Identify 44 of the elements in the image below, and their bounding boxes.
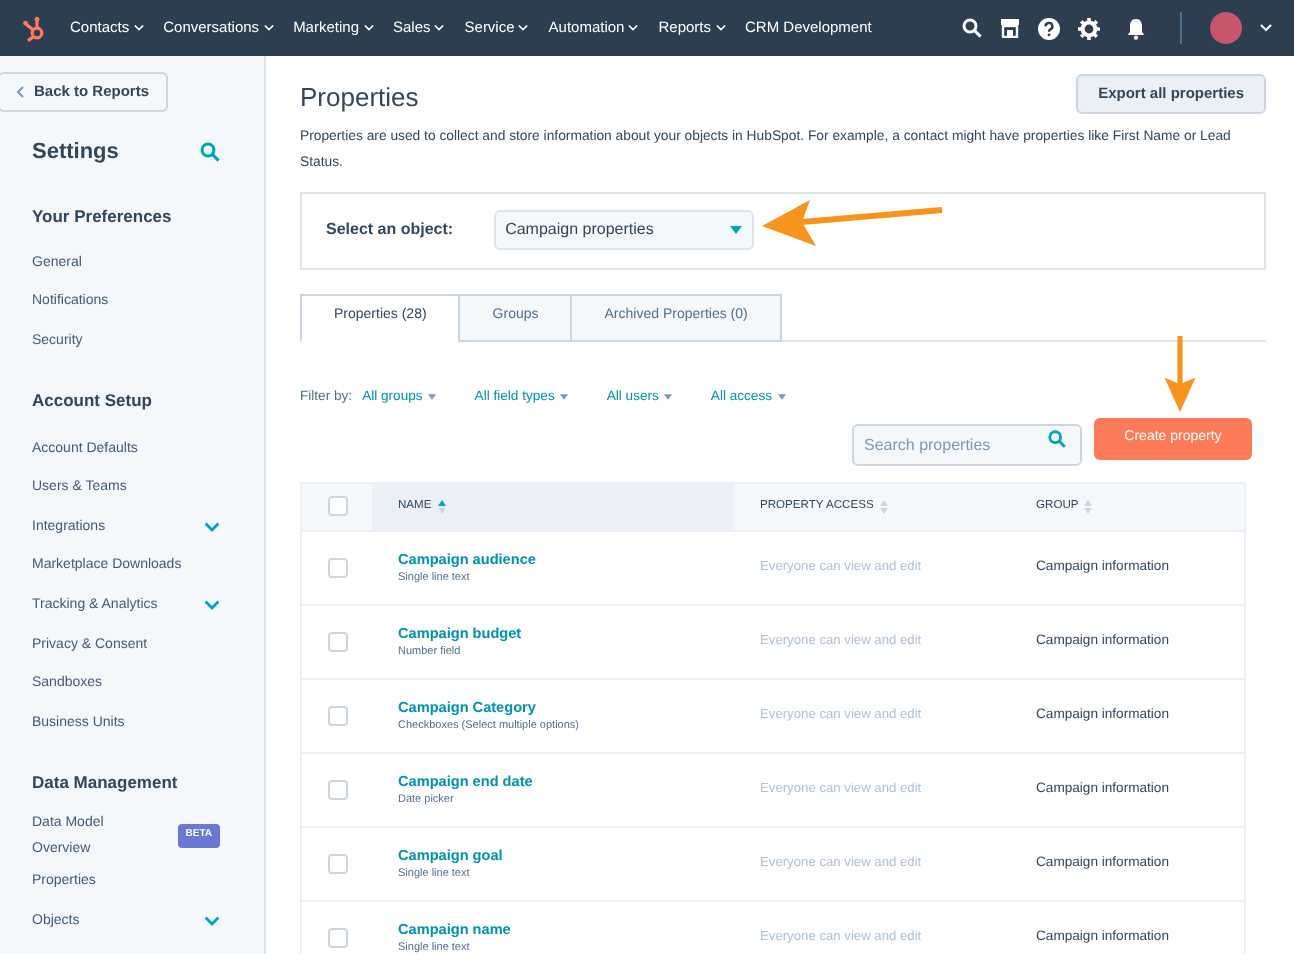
caret-icon [428,394,437,401]
chevron-down-icon[interactable] [204,599,220,610]
caret-icon [363,24,373,32]
avatar-icon[interactable] [1210,12,1242,44]
help-icon[interactable] [1038,17,1060,39]
chevron-down-icon[interactable] [204,521,220,532]
checkbox[interactable] [328,705,348,726]
checkbox[interactable] [328,557,348,578]
search-icon[interactable] [962,18,982,38]
search-icon [1048,429,1066,448]
annotation-arrow [1164,336,1196,412]
marketplace-icon[interactable] [1000,18,1020,38]
caret-icon [133,24,144,32]
section-heading: Your Preferences [32,203,174,229]
checkbox[interactable] [328,779,348,800]
sort-icon [437,499,446,514]
caret-icon [715,24,725,32]
caret-icon [560,394,569,401]
checkbox[interactable] [328,631,348,652]
search-field[interactable]: Search properties [852,423,1082,466]
checkbox[interactable] [328,927,348,948]
caret-icon [518,24,529,32]
section-heading: Data Management [32,770,180,797]
checkbox[interactable] [328,853,348,874]
sort-icon [1084,499,1093,514]
select-object-label: Select an object: [326,218,454,242]
chevron-left-icon [16,86,24,98]
caret-icon [729,226,742,234]
caret-icon [263,24,274,32]
caret-icon [778,394,787,401]
page-title: Properties [300,80,419,116]
sort-icon [879,499,888,514]
settings-icon[interactable] [1078,17,1100,39]
checkbox[interactable] [328,496,348,517]
caret-icon [434,24,445,32]
object-dropdown[interactable]: Campaign properties [493,210,754,250]
caret-icon [664,394,673,401]
section-heading: Account Setup [32,388,154,415]
caret-icon[interactable] [1260,24,1272,32]
sidebar-title: Settings [32,138,119,168]
sprocket-logo-icon[interactable] [22,15,46,41]
caret-icon [628,24,639,32]
notifications-bell-icon[interactable] [1126,17,1146,39]
chevron-down-icon[interactable] [204,915,220,926]
